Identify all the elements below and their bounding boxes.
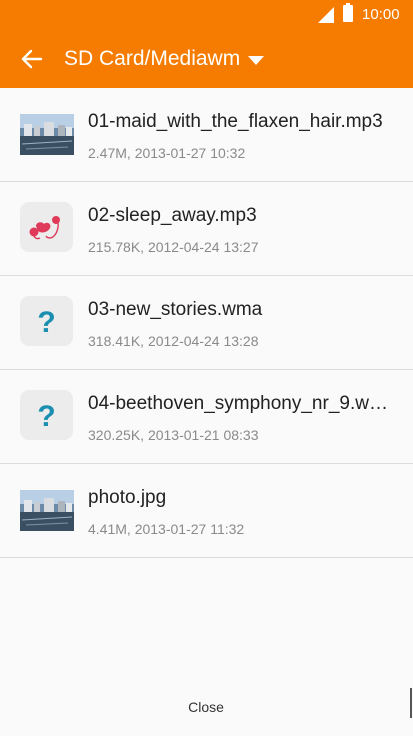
file-meta: 320.25K, 2013-01-21 08:33 — [88, 427, 259, 443]
file-meta: 215.78K, 2012-04-24 13:27 — [88, 239, 259, 255]
file-meta: 2.47M, 2013-01-27 10:32 — [88, 145, 246, 161]
file-picker-screen: 10:00 SD Card/Mediawm 01-maid_with_the_f… — [0, 0, 413, 736]
status-time: 10:00 — [362, 6, 400, 23]
scrollbar[interactable] — [410, 688, 412, 718]
file-name: 03-new_stories.wma — [88, 299, 263, 320]
back-arrow-icon — [21, 49, 43, 69]
file-row[interactable]: photo.jpg 4.41M, 2013-01-27 11:32 — [0, 464, 413, 558]
music-file-icon — [20, 202, 73, 252]
file-name: 04-beethoven_symphony_nr_9.wma — [88, 393, 388, 414]
app-bar: SD Card/Mediawm — [0, 30, 413, 88]
file-name: photo.jpg — [88, 487, 167, 508]
page-title: SD Card/Mediawm — [64, 47, 241, 70]
svg-text:?: ? — [37, 306, 55, 339]
dropdown-caret-icon — [248, 55, 265, 65]
svg-text:?: ? — [37, 400, 55, 433]
file-list: 01-maid_with_the_flaxen_hair.mp3 2.47M, … — [0, 88, 413, 558]
photo-thumbnail — [20, 490, 74, 531]
close-button[interactable]: Close — [156, 690, 256, 724]
file-row[interactable]: 02-sleep_away.mp3 215.78K, 2012-04-24 13… — [0, 182, 413, 276]
unknown-file-icon: ? — [20, 296, 73, 346]
file-meta: 318.41K, 2012-04-24 13:28 — [88, 333, 259, 349]
file-row[interactable]: ? 03-new_stories.wma 318.41K, 2012-04-24… — [0, 276, 413, 370]
file-name: 01-maid_with_the_flaxen_hair.mp3 — [88, 111, 383, 132]
file-meta: 4.41M, 2013-01-27 11:32 — [88, 521, 245, 537]
file-name: 02-sleep_away.mp3 — [88, 205, 257, 226]
unknown-file-icon: ? — [20, 390, 73, 440]
back-button[interactable] — [14, 41, 50, 77]
photo-thumbnail — [20, 114, 74, 155]
status-bar: 10:00 — [0, 0, 413, 30]
signal-icon — [318, 7, 334, 23]
folder-dropdown[interactable]: SD Card/Mediawm — [64, 46, 265, 72]
file-row[interactable]: 01-maid_with_the_flaxen_hair.mp3 2.47M, … — [0, 88, 413, 182]
battery-icon — [343, 3, 353, 22]
file-row[interactable]: ? 04-beethoven_symphony_nr_9.wma 320.25K… — [0, 370, 413, 464]
